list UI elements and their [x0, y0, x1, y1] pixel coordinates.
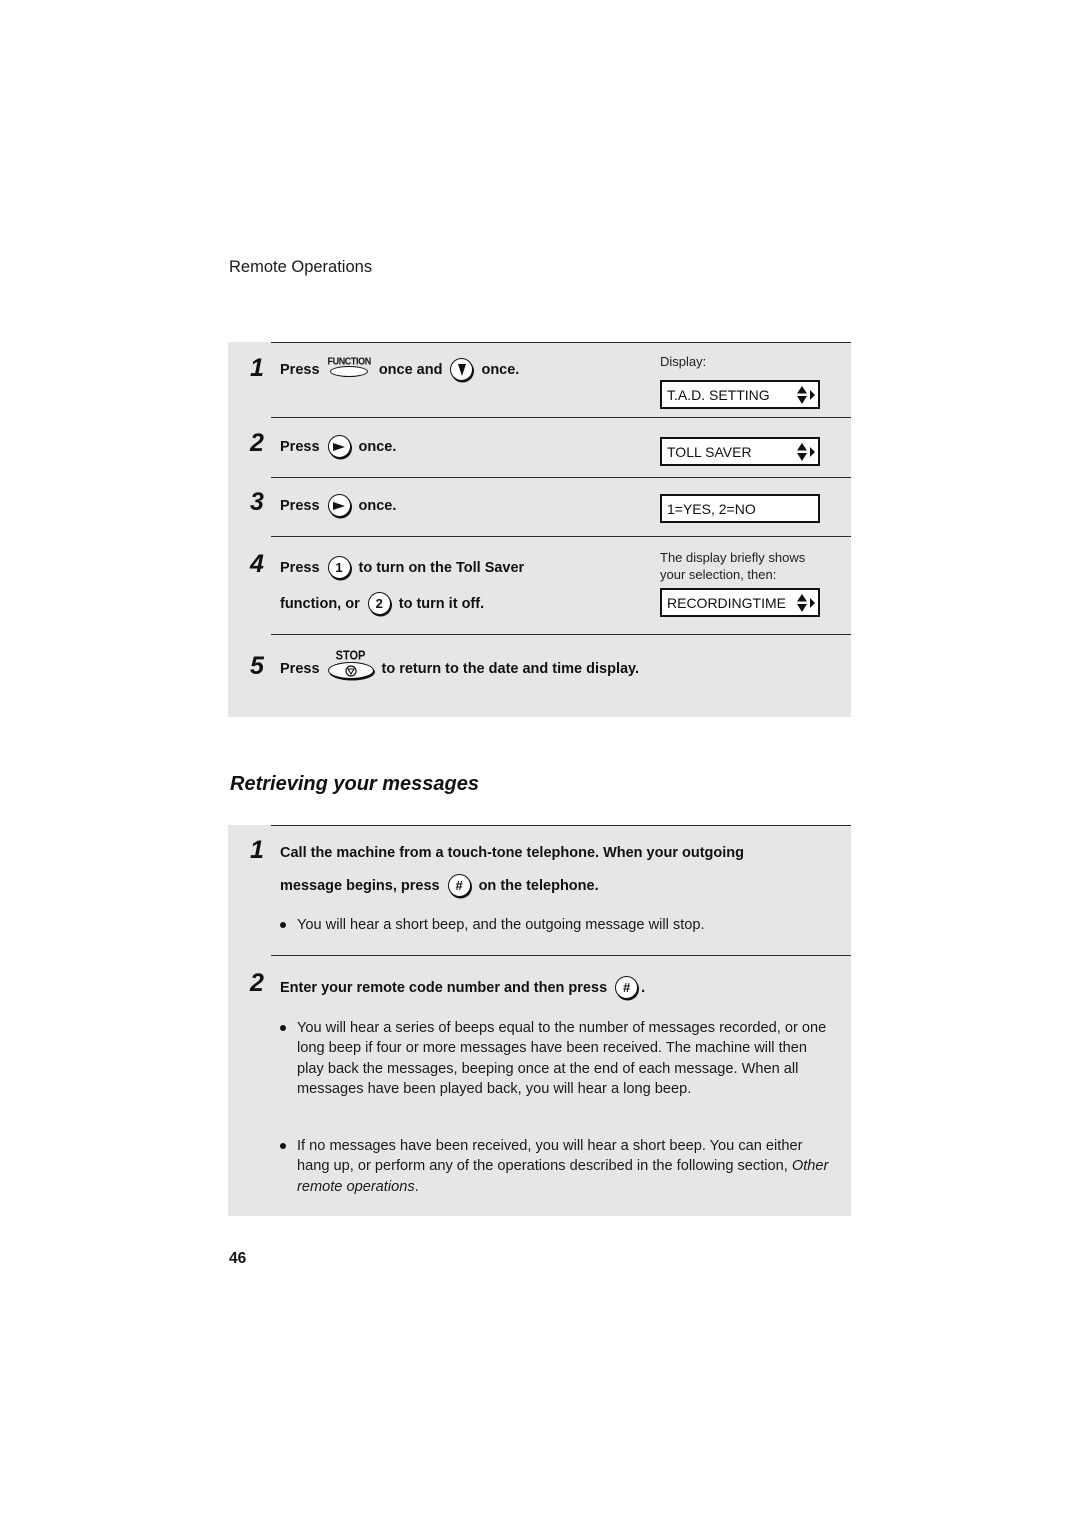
step-number: 1 [250, 354, 264, 382]
step-text: once and [378, 361, 443, 378]
lcd-display: TOLL SAVER [660, 437, 820, 466]
bullet-item: If no messages have been received, you w… [280, 1136, 835, 1197]
up-down-right-arrows-icon [796, 442, 816, 461]
step-number: 1 [250, 836, 264, 864]
step-number: 5 [250, 652, 264, 680]
step-text: once. [358, 497, 397, 514]
key-1-icon: 1 [327, 556, 351, 579]
lcd-text: RECORDINGTIME [667, 594, 786, 611]
bullet-text-end: . [414, 1178, 419, 1195]
display-note-line: your selection, then: [660, 567, 777, 582]
lcd-text: T.A.D. SETTING [667, 386, 770, 403]
step-text: Press [280, 438, 320, 455]
bullet-text: You will hear a series of beeps equal to… [297, 1020, 827, 1097]
down-arrow-key-icon [450, 358, 474, 381]
step-5-instruction: Press STOP to return to the date and tim… [280, 649, 640, 683]
divider [271, 342, 851, 343]
page-number: 46 [229, 1250, 247, 1267]
divider [271, 477, 851, 478]
stop-key-label: STOP [335, 649, 366, 663]
step-text: Press [280, 497, 320, 514]
step-text: Press [280, 660, 320, 677]
lcd-display: T.A.D. SETTING [660, 380, 820, 409]
step-4-instruction-line2: function, or 2 to turn it off. [280, 592, 484, 615]
right-arrow-key-icon [327, 435, 351, 458]
bullet-text: You will hear a short beep, and the outg… [297, 917, 705, 933]
pound-key-icon: # [615, 976, 639, 999]
step-text: to return to the date and time display. [381, 660, 640, 677]
step-text: . [641, 979, 646, 996]
toll-saver-steps-panel: 1 Press FUNCTION once and once. Display:… [228, 342, 851, 717]
step-2-instruction: Press once. [280, 435, 396, 458]
step-text: message begins, press [280, 877, 440, 894]
section-title: Retrieving your messages [230, 773, 479, 795]
step-4-instruction-line1: Press 1 to turn on the Toll Saver [280, 556, 524, 579]
step-1-instruction: Press FUNCTION once and once. [280, 355, 520, 381]
step-3-instruction: Press once. [280, 494, 396, 517]
lcd-display: 1=YES, 2=NO [660, 494, 820, 523]
step-text: Press [280, 361, 320, 378]
display-note: The display briefly shows your selection… [660, 549, 805, 583]
step-number: 2 [250, 969, 264, 997]
bullet-dot [280, 1143, 286, 1149]
step-text: once. [358, 438, 397, 455]
stop-key-icon: STOP [327, 649, 374, 679]
function-key-icon: FUNCTION [327, 355, 372, 377]
retrieving-steps-panel: 1 Call the machine from a touch-tone tel… [228, 825, 851, 1216]
divider [271, 634, 851, 635]
step-text: Enter your remote code number and then p… [280, 979, 608, 996]
step-text: Press [280, 559, 320, 576]
key-2-icon: 2 [367, 592, 391, 615]
up-down-right-arrows-icon [796, 593, 816, 612]
retrieve-step-1-line2: message begins, press # on the telephone… [280, 874, 599, 897]
step-text: on the telephone. [478, 877, 599, 894]
bullet-dot [280, 1025, 286, 1031]
step-number: 3 [250, 488, 264, 516]
retrieve-step-1-line1: Call the machine from a touch-tone telep… [280, 845, 745, 861]
display-label: Display: [660, 354, 707, 369]
lcd-text: 1=YES, 2=NO [667, 500, 756, 517]
step-text: to turn it off. [398, 595, 485, 612]
function-key-label: FUNCTION [327, 355, 372, 367]
step-number: 4 [250, 550, 264, 578]
bullet-item: You will hear a short beep, and the outg… [280, 915, 835, 935]
display-note-line: The display briefly shows [660, 550, 806, 565]
lcd-display: RECORDINGTIME [660, 588, 820, 617]
divider [271, 825, 851, 826]
up-down-right-arrows-icon [796, 385, 816, 404]
lcd-text: TOLL SAVER [667, 443, 752, 460]
bullet-dot [280, 922, 286, 928]
bullet-text: If no messages have been received, you w… [297, 1138, 803, 1175]
right-arrow-key-icon [327, 494, 351, 517]
bullet-item: You will hear a series of beeps equal to… [280, 1018, 835, 1099]
divider [271, 536, 851, 537]
step-number: 2 [250, 429, 264, 457]
divider [271, 417, 851, 418]
pound-key-icon: # [447, 874, 471, 897]
divider [271, 955, 851, 956]
running-head: Remote Operations [229, 258, 373, 276]
step-text: to turn on the Toll Saver [358, 559, 525, 576]
retrieve-step-2-instruction: Enter your remote code number and then p… [280, 976, 645, 999]
step-text: function, or [280, 595, 360, 612]
step-text: once. [481, 361, 520, 378]
